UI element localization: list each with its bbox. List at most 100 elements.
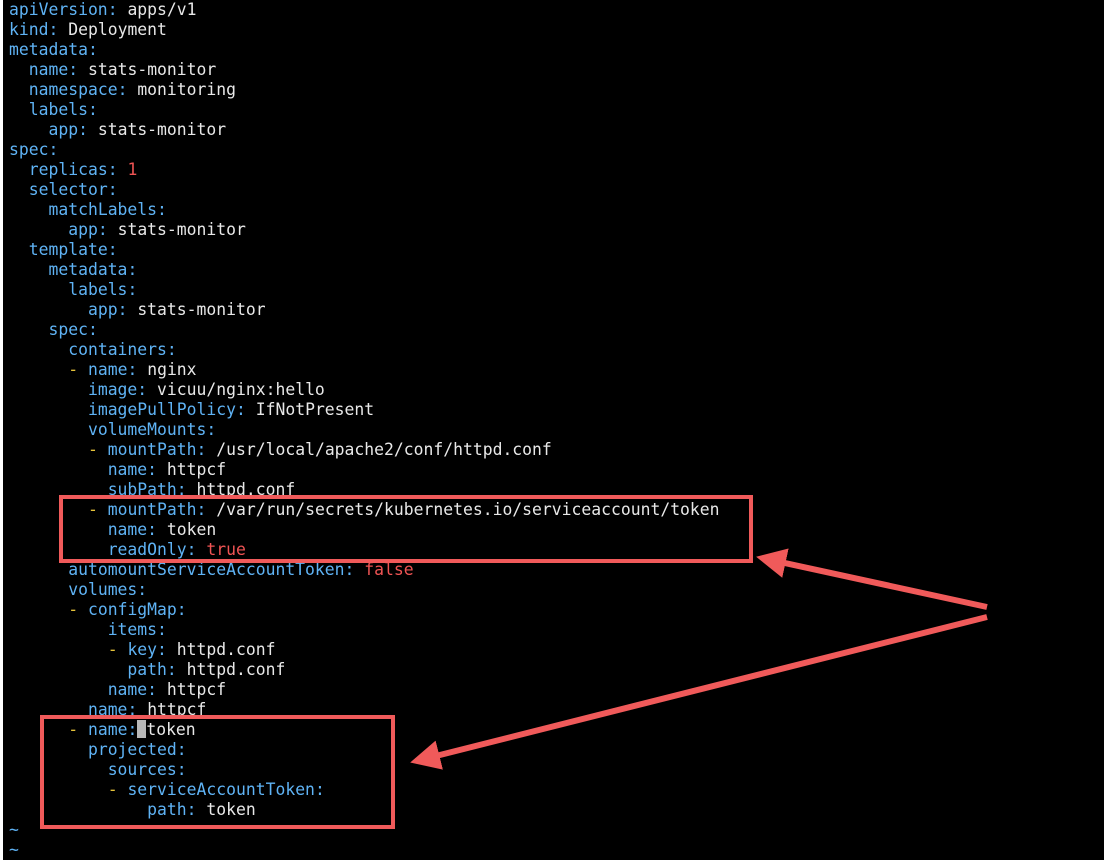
yaml-line[interactable]: items: (9, 620, 720, 640)
yaml-line[interactable]: name: token (9, 520, 720, 540)
yaml-line[interactable]: - mountPath: /var/run/secrets/kubernetes… (9, 500, 720, 520)
yaml-key: spec (48, 320, 88, 339)
key-colon: : (196, 500, 207, 519)
key-colon: : (147, 460, 158, 479)
key-colon: : (176, 600, 187, 619)
separator-space (206, 440, 216, 459)
yaml-key: app (48, 120, 79, 139)
yaml-line[interactable]: labels: (9, 100, 720, 120)
yaml-line[interactable]: metadata: (9, 260, 720, 280)
yaml-line[interactable]: name: httpcf (9, 460, 720, 480)
yaml-key: spec (9, 140, 49, 159)
key-colon: : (157, 200, 167, 219)
terminal-window[interactable]: apiVersion: apps/v1 kind: Deployment metad… (3, 0, 1104, 860)
yaml-line[interactable]: containers: (9, 340, 720, 360)
yaml-line[interactable]: - serviceAccountToken: (9, 780, 720, 800)
key-colon: : (196, 440, 207, 459)
yaml-line[interactable]: kind: Deployment (9, 20, 720, 40)
yaml-line[interactable]: app: stats-monitor (9, 120, 720, 140)
key-colon: : (176, 480, 187, 499)
yaml-key: labels (28, 100, 88, 119)
key-colon: : (314, 780, 325, 799)
yaml-value: nginx (147, 360, 197, 379)
yaml-line[interactable]: metadata: (9, 40, 720, 60)
key-colon: : (127, 280, 138, 299)
yaml-line[interactable]: app: stats-monitor (9, 300, 720, 320)
yaml-line[interactable]: volumes: (9, 580, 720, 600)
key-colon: : (87, 100, 98, 119)
yaml-line[interactable]: name: httpcf (9, 700, 720, 720)
yaml-line[interactable]: sources: (9, 760, 720, 780)
yaml-key: name (87, 360, 128, 379)
yaml-line[interactable]: projected: (9, 740, 720, 760)
yaml-line[interactable]: path: token (9, 800, 720, 820)
yaml-value: httpcf (147, 700, 207, 719)
separator-space (157, 460, 167, 479)
yaml-line[interactable]: spec: (9, 140, 720, 160)
yaml-line[interactable]: - mountPath: /usr/local/apache2/conf/htt… (9, 440, 720, 460)
yaml-editor[interactable]: apiVersion: apps/v1 kind: Deployment metad… (9, 0, 720, 860)
yaml-line[interactable]: namespace: monitoring (9, 80, 720, 100)
yaml-key: serviceAccountToken (127, 780, 315, 799)
key-colon: : (107, 0, 118, 19)
yaml-key: key (127, 640, 158, 659)
yaml-value: vicuu/nginx:hello (157, 380, 325, 399)
yaml-line[interactable]: volumeMounts: (9, 420, 720, 440)
yaml-line[interactable]: subPath: httpd.conf (9, 480, 720, 500)
yaml-line[interactable]: app: stats-monitor (9, 220, 720, 240)
empty-line-tilde: ~ (9, 840, 19, 859)
yaml-line[interactable]: - name: token (9, 720, 720, 740)
yaml-line[interactable]: - name: nginx (9, 360, 720, 380)
list-dash: - (68, 720, 88, 739)
yaml-line[interactable]: path: httpd.conf (9, 660, 720, 680)
separator-space (118, 160, 128, 179)
yaml-line[interactable]: automountServiceAccountToken: false (9, 560, 720, 580)
text-cursor (137, 720, 147, 738)
yaml-line[interactable]: labels: (9, 280, 720, 300)
yaml-key: subPath (107, 480, 177, 499)
yaml-line[interactable]: readOnly: true (9, 540, 720, 560)
key-colon: : (176, 740, 187, 759)
yaml-line[interactable]: spec: (9, 320, 720, 340)
yaml-key: kind (9, 20, 49, 39)
yaml-key: readOnly (107, 540, 187, 559)
yaml-line[interactable]: selector: (9, 180, 720, 200)
separator-space (246, 400, 256, 419)
yaml-line[interactable]: template: (9, 240, 720, 260)
yaml-line[interactable]: replicas: 1 (9, 160, 720, 180)
list-dash: - (87, 500, 108, 519)
yaml-line[interactable]: image: vicuu/nginx:hello (9, 380, 720, 400)
yaml-value: httpd.conf (176, 640, 276, 659)
yaml-line[interactable]: - configMap: (9, 600, 720, 620)
yaml-value: false (364, 560, 414, 579)
yaml-line[interactable]: matchLabels: (9, 200, 720, 220)
yaml-line[interactable]: apiVersion: apps/v1 (9, 0, 720, 20)
yaml-key: app (68, 220, 98, 239)
separator-space (354, 560, 364, 579)
key-colon: : (166, 660, 177, 679)
separator-space (88, 120, 98, 139)
yaml-key: volumeMounts (87, 420, 207, 439)
yaml-line[interactable]: - key: httpd.conf (9, 640, 720, 660)
key-colon: : (147, 680, 158, 699)
separator-space (187, 480, 197, 499)
yaml-line[interactable]: name: httpcf (9, 680, 720, 700)
yaml-line[interactable]: name: stats-monitor (9, 60, 720, 80)
yaml-line[interactable]: imagePullPolicy: IfNotPresent (9, 400, 720, 420)
yaml-key: automountServiceAccountToken (68, 560, 345, 579)
yaml-value: token (166, 520, 217, 539)
